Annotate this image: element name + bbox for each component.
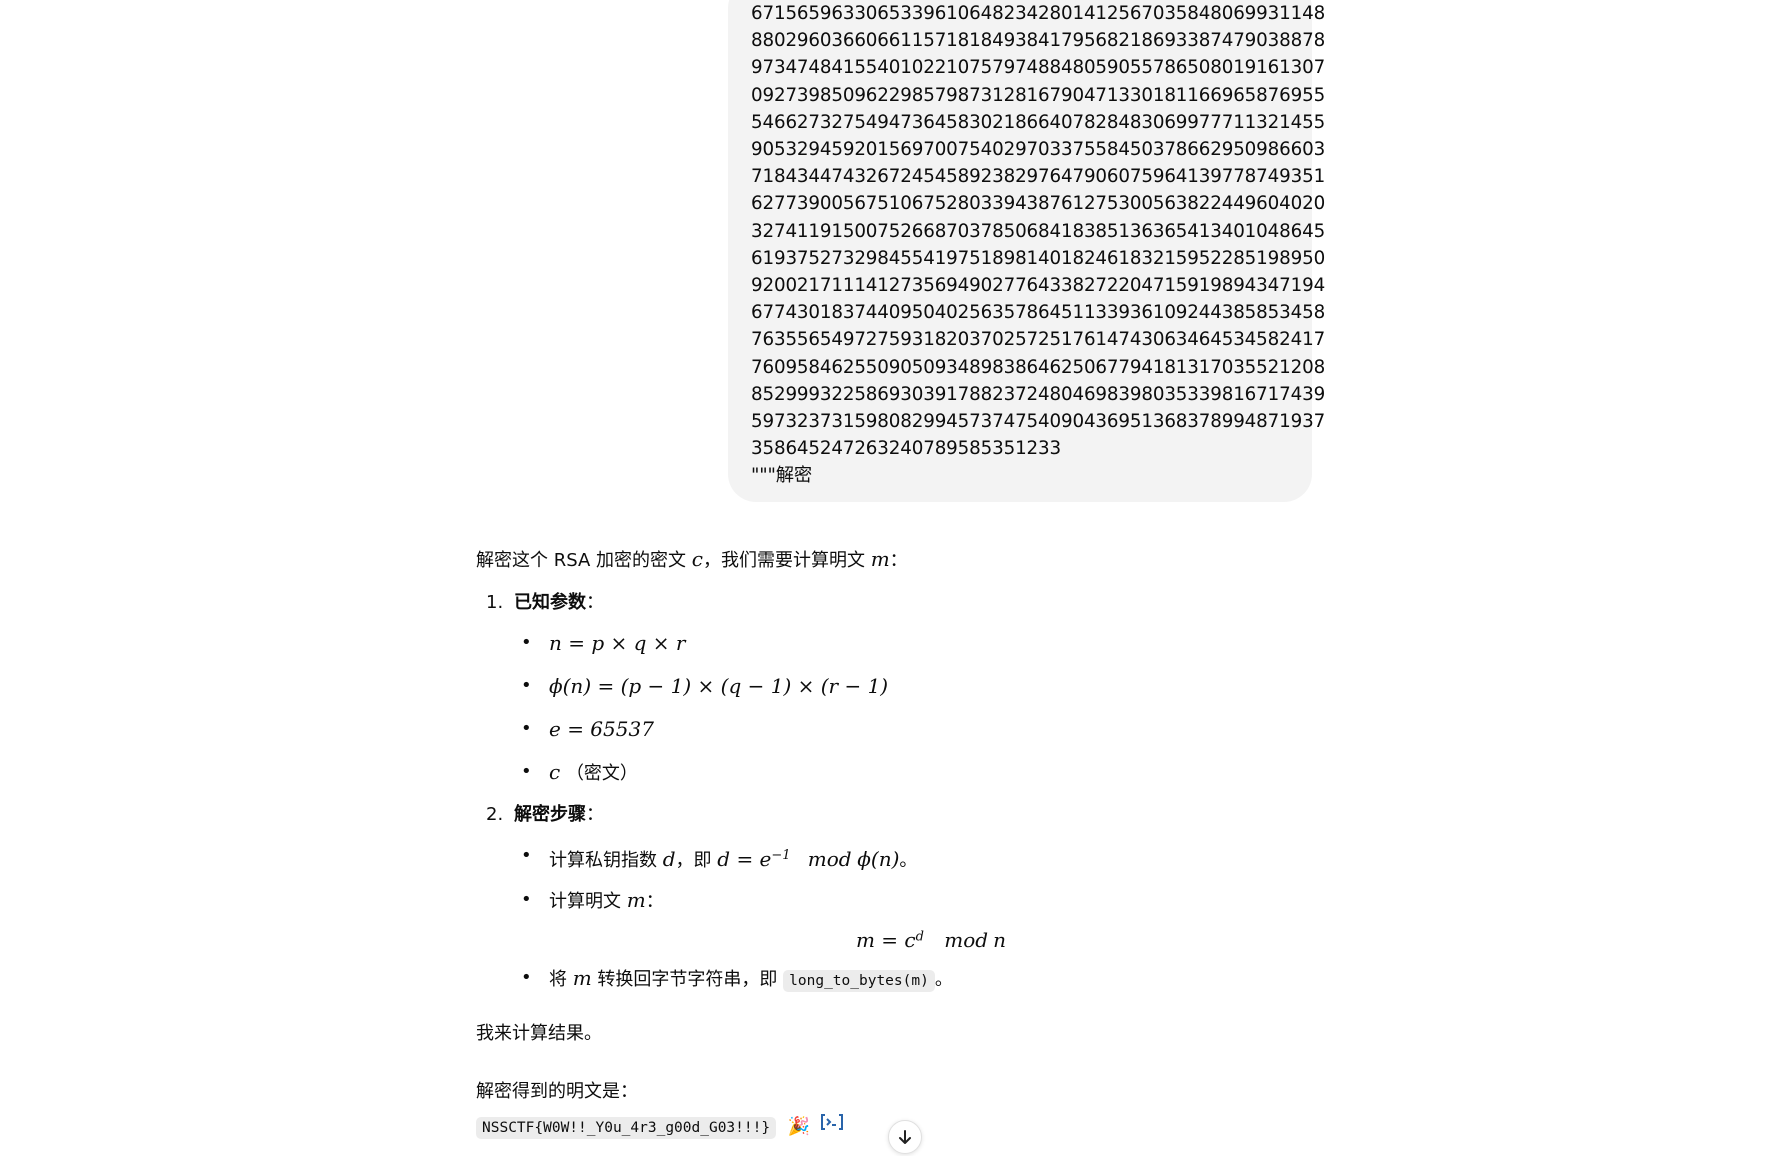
steps-list: 计算私钥指数 d，即 d = e−1 mod ϕ(n)。 计算明文 m： m =… — [476, 842, 1326, 995]
step-suffix: 。 — [899, 850, 918, 871]
formula-d: d = e — [717, 847, 772, 871]
mod-operator: mod — [944, 928, 989, 952]
formula-e: e = 65537 — [549, 717, 654, 741]
ciphertext-line: 9200217111412735694902776433827220471591… — [751, 275, 1326, 297]
arrow-down-icon — [899, 1130, 911, 1144]
intro-text: 解密这个 RSA 加密的密文 — [476, 550, 692, 571]
step-suffix: ： — [645, 891, 664, 912]
params-list: n = p × q × r ϕ(n) = (p − 1) × (q − 1) ×… — [476, 629, 1326, 788]
ciphertext-line: 6774301837440950402563578645113393610924… — [751, 302, 1326, 324]
section-colon: ： — [586, 804, 604, 825]
ciphertext-line: 5973237315980829945737475409043695136837… — [751, 411, 1326, 433]
ciphertext-line: 3274119150075266870378506841838513636541… — [751, 220, 1326, 242]
var-m: m — [626, 888, 646, 912]
section-number: 2. — [486, 804, 504, 825]
section-number: 1. — [486, 592, 504, 613]
list-item: 计算明文 m： — [476, 886, 1326, 916]
mod-operator: mod — [807, 847, 852, 871]
formula-phi: ϕ(n) = (p − 1) × (q − 1) × (r − 1) — [549, 674, 889, 698]
list-item: ϕ(n) = (p − 1) × (q − 1) × (r − 1) — [476, 672, 1326, 702]
party-emoji: 🎉 — [787, 1115, 811, 1137]
ciphertext-line: 358645247263240789585351233 — [751, 438, 1061, 460]
equation-lhs: m = c — [855, 928, 916, 952]
ciphertext-line: 0927398509622985798731281679047133018116… — [751, 84, 1326, 106]
formula-phi-n: ϕ(n) — [857, 847, 900, 871]
step-text: 将 — [549, 969, 573, 990]
list-item: c （密文） — [476, 758, 1326, 788]
section-known-params: 1. 已知参数： — [476, 589, 1326, 617]
list-item: e = 65537 — [476, 715, 1326, 745]
step-text: 计算私钥指数 — [549, 850, 663, 871]
ciphertext-line: 5466273275494736458302186640782848306997… — [751, 111, 1326, 133]
var-m: m — [572, 966, 592, 990]
var-d: d — [662, 847, 676, 871]
compute-paragraph: 我来计算结果。 — [476, 1023, 602, 1044]
ciphertext-line: 6277390056751067528033943876127530056382… — [751, 193, 1326, 215]
list-item: n = p × q × r — [476, 629, 1326, 659]
result-label: 解密得到的明文是： — [476, 1081, 638, 1102]
step-text: ，即 — [675, 850, 718, 871]
user-message-bubble: 6715659633065339610648234280141256703584… — [728, 0, 1326, 502]
formula-exponent: −1 — [771, 848, 791, 863]
code-interpreter-icon[interactable] — [820, 1112, 844, 1141]
ciphertext-line: 9734748415540102210757974884805905578650… — [751, 57, 1326, 79]
list-item: 将 m 转换回字节字符串，即 long_to_bytes(m)。 — [476, 964, 1326, 995]
ciphertext-note: （密文） — [565, 763, 638, 784]
inline-code: long_to_bytes(m) — [783, 970, 935, 992]
ciphertext-block: 6715659633065339610648234280141256703584… — [751, 0, 1326, 462]
step-text: 转换回字节字符串，即 — [591, 969, 784, 990]
intro-paragraph: 解密这个 RSA 加密的密文 c，我们需要计算明文 m： — [476, 545, 1326, 575]
ciphertext-line: 8529993225869303917882372480469839803533… — [751, 383, 1326, 405]
scroll-down-button[interactable] — [888, 1120, 922, 1154]
display-equation: m = cd mod n — [476, 928, 1326, 952]
flag-code: NSSCTF{W0W!!_Y0u_4r3_g00d_G03!!!} — [476, 1116, 777, 1139]
section-decrypt-steps: 2. 解密步骤： — [476, 801, 1326, 829]
var-c: c — [549, 760, 561, 784]
intro-text-middle: ，我们需要计算明文 — [702, 550, 871, 571]
equation-exponent: d — [915, 929, 924, 945]
formula-n: n = p × q × r — [549, 631, 686, 655]
user-message-closing: """解密 — [751, 465, 813, 487]
step-suffix: 。 — [934, 969, 953, 990]
section-colon: ： — [586, 592, 604, 613]
var-m: m — [870, 547, 890, 571]
var-n: n — [993, 928, 1007, 952]
intro-suffix: ： — [889, 550, 908, 571]
ciphertext-line: 7635565497275931820370257251761474306346… — [751, 329, 1326, 351]
ciphertext-line: 7184344743267245458923829764790607596413… — [751, 166, 1326, 188]
ciphertext-line: 8802960366066115718184938417956821869338… — [751, 30, 1326, 52]
ciphertext-line: 6193752732984554197518981401824618321595… — [751, 247, 1326, 269]
step-text: 计算明文 — [549, 891, 627, 912]
assistant-message: 解密这个 RSA 加密的密文 c，我们需要计算明文 m： 1. 已知参数： n … — [476, 545, 1326, 1142]
var-c: c — [691, 547, 703, 571]
ciphertext-line: 7609584625509050934898386462506779418131… — [751, 356, 1326, 378]
list-item: 计算私钥指数 d，即 d = e−1 mod ϕ(n)。 — [476, 842, 1326, 875]
ciphertext-line: 9053294592015697007540297033755845037866… — [751, 139, 1326, 161]
ciphertext-line: 6715659633065339610648234280141256703584… — [751, 3, 1326, 24]
section-title: 已知参数 — [514, 592, 586, 613]
section-title: 解密步骤 — [514, 804, 586, 825]
